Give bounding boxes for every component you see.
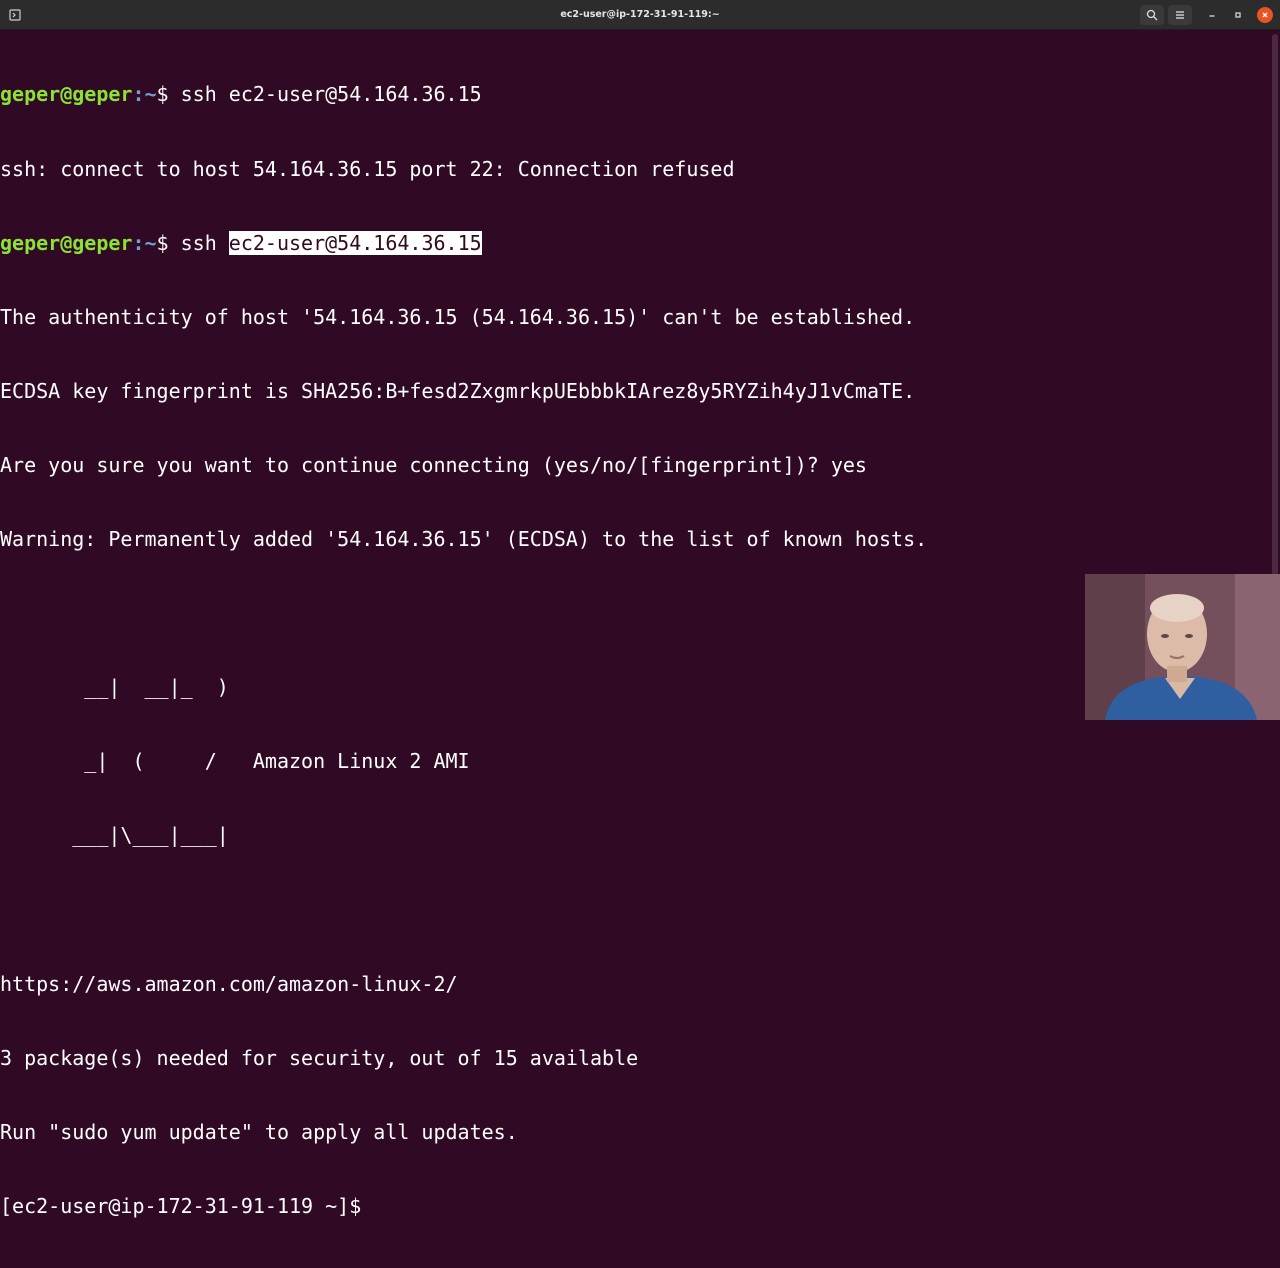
terminal-line: The authenticity of host '54.164.36.15 (… bbox=[0, 304, 916, 329]
prompt-path: :~ bbox=[132, 230, 157, 255]
new-tab-icon bbox=[9, 9, 21, 21]
new-tab-button[interactable] bbox=[6, 6, 24, 24]
terminal-line: ssh: connect to host 54.164.36.15 port 2… bbox=[0, 156, 735, 181]
prompt-path: :~ bbox=[132, 82, 157, 107]
terminal-line: https://aws.amazon.com/amazon-linux-2/ bbox=[0, 971, 458, 996]
title-bar[interactable]: ec2-user@ip-172-31-91-119:~ bbox=[0, 0, 1280, 30]
presenter-image bbox=[1085, 574, 1280, 720]
terminal-line: Are you sure you want to continue connec… bbox=[0, 452, 867, 477]
cursor bbox=[373, 1196, 385, 1216]
selected-text[interactable]: ec2-user@54.164.36.15 bbox=[228, 230, 482, 255]
close-icon bbox=[1262, 12, 1268, 18]
window-title: ec2-user@ip-172-31-91-119:~ bbox=[560, 9, 720, 20]
maximize-button[interactable] bbox=[1230, 7, 1246, 23]
search-icon bbox=[1146, 9, 1158, 21]
remote-prompt: [ec2-user@ip-172-31-91-119 ~]$ bbox=[0, 1193, 374, 1218]
minimize-icon bbox=[1209, 15, 1215, 17]
maximize-icon bbox=[1235, 12, 1241, 18]
close-button[interactable] bbox=[1257, 7, 1273, 23]
terminal-window: ec2-user@ip-172-31-91-119:~ geper@geper:… bbox=[0, 0, 1280, 1218]
hamburger-menu-icon bbox=[1176, 11, 1184, 19]
terminal-line: 3 package(s) needed for security, out of… bbox=[0, 1045, 639, 1070]
terminal-line: Run "sudo yum update" to apply all updat… bbox=[0, 1119, 518, 1144]
command-text: $ ssh ec2-user@54.164.36.15 bbox=[156, 82, 482, 107]
command-text: $ ssh bbox=[156, 230, 229, 255]
webcam-overlay bbox=[1085, 574, 1280, 720]
prompt-user: geper@geper bbox=[0, 82, 133, 107]
minimize-button[interactable] bbox=[1204, 7, 1220, 23]
terminal-output[interactable]: geper@geper:~$ ssh ec2-user@54.164.36.15… bbox=[0, 33, 1270, 1217]
ascii-logo-line: __| __|_ ) bbox=[0, 675, 229, 700]
ascii-logo-line: ___|\___|___| bbox=[0, 823, 229, 848]
prompt-user: geper@geper bbox=[0, 230, 133, 255]
terminal-line: geper@geper:~$ ssh ec2-user@54.164.36.15 bbox=[0, 82, 1270, 107]
terminal-line: geper@geper:~$ ssh ec2-user@54.164.36.15 bbox=[0, 230, 1270, 256]
menu-button[interactable] bbox=[1168, 5, 1192, 25]
terminal-line: [ec2-user@ip-172-31-91-119 ~]$ bbox=[0, 1194, 1270, 1219]
ascii-logo-line: _| ( / Amazon Linux 2 AMI bbox=[0, 749, 470, 774]
terminal-line: ECDSA key fingerprint is SHA256:B+fesd2Z… bbox=[0, 378, 916, 403]
terminal-line: Warning: Permanently added '54.164.36.15… bbox=[0, 526, 928, 551]
search-button[interactable] bbox=[1140, 5, 1164, 25]
